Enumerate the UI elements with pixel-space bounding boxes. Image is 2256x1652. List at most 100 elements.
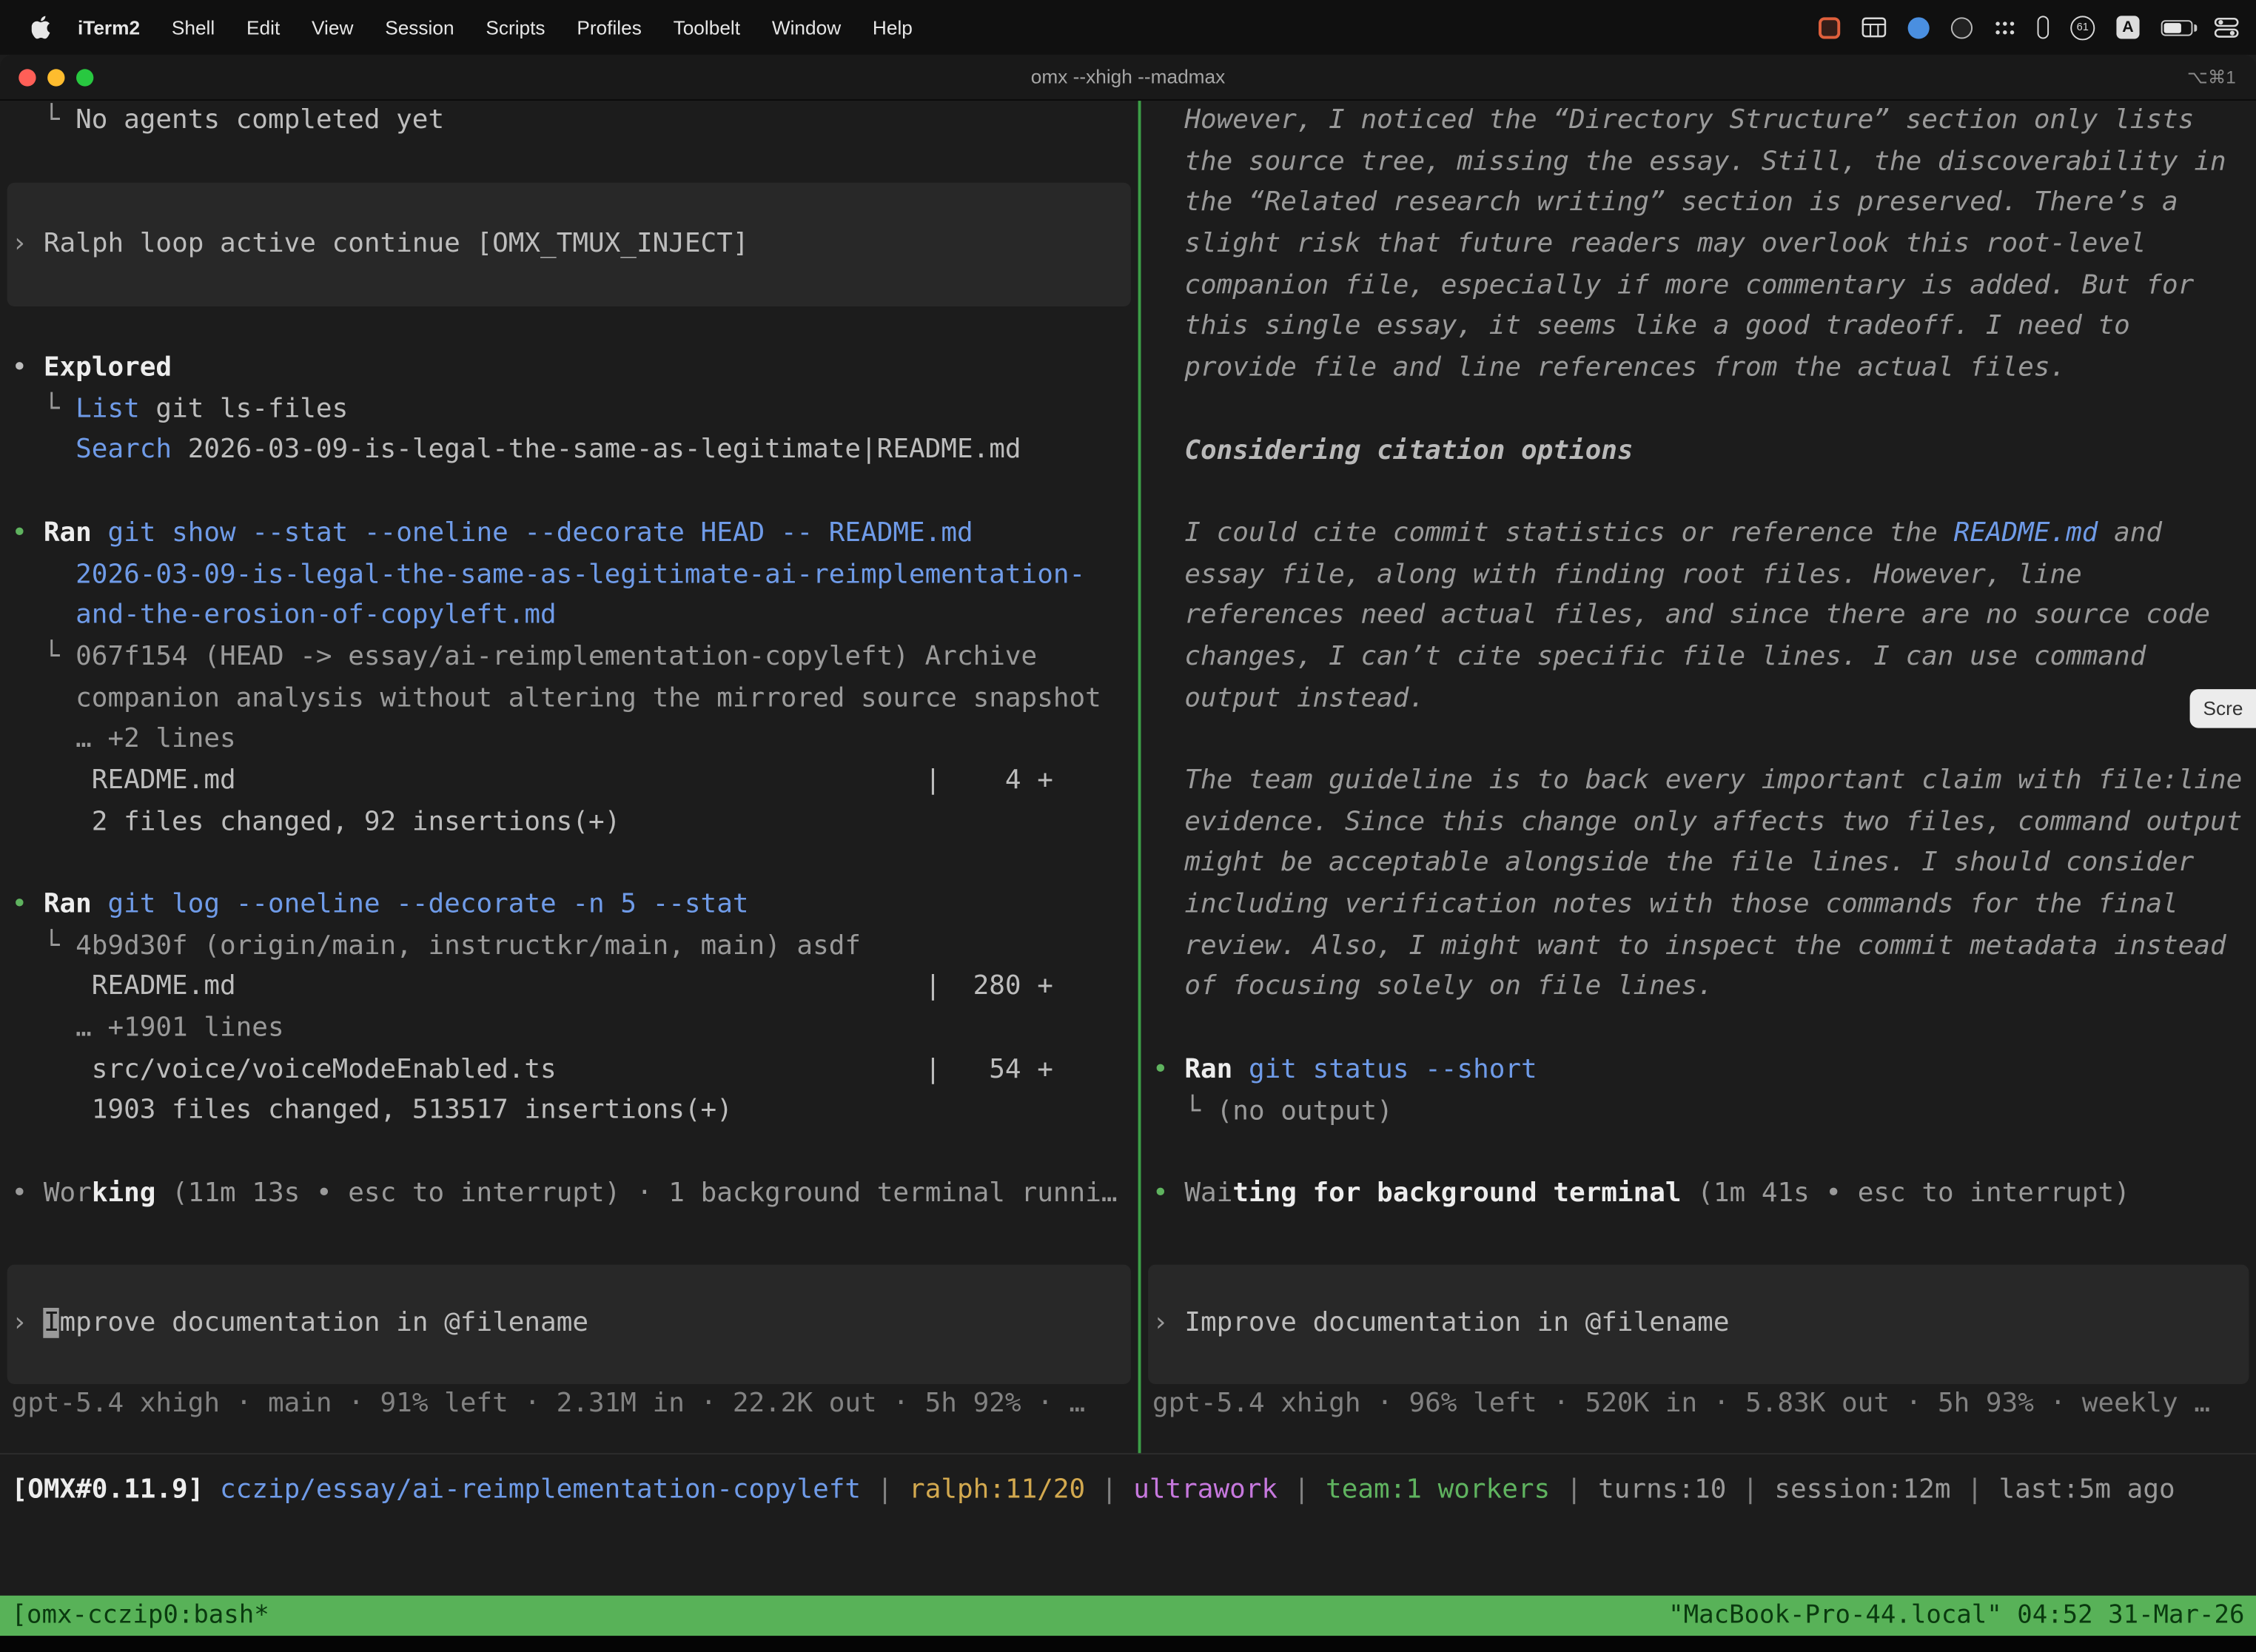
text-segment: and-the-erosion-of-copyleft.md	[75, 600, 557, 631]
text-segment: List	[75, 394, 140, 424]
spacer	[0, 142, 1138, 184]
text-segment: ›	[12, 1307, 44, 1337]
right-terminal-pane[interactable]: However, I noticed the “Directory Struct…	[1141, 101, 2256, 1453]
terminal-line: gpt-5.4 xhigh · 96% left · 520K in · 5.8…	[1141, 1383, 2256, 1425]
right-pane-status-line: gpt-5.4 xhigh · 96% left · 520K in · 5.8…	[1141, 1383, 2256, 1425]
terminal-line: … +1901 lines	[0, 1009, 1138, 1050]
right-pane-output: However, I noticed the “Directory Struct…	[1141, 101, 2256, 1215]
menu-item-session[interactable]: Session	[369, 16, 470, 38]
left-pane-scrollback: └ No agents completed yet	[0, 101, 1138, 142]
text-segment: I	[44, 1307, 60, 1337]
text-segment: the “Related research writing” section i…	[1184, 187, 2178, 218]
terminal-line: README.md | 280 +	[0, 967, 1138, 1009]
dark-app-icon[interactable]	[1951, 16, 1973, 38]
text-segment: cczip/essay/ai-reimplementation-copyleft	[220, 1474, 861, 1505]
text-segment: mprove documentation in @filename	[60, 1307, 588, 1337]
terminal-line: gpt-5.4 xhigh · main · 91% left · 2.31M …	[0, 1383, 1138, 1425]
terminal-line: and-the-erosion-of-copyleft.md	[0, 596, 1138, 637]
input-source-icon[interactable]: A	[2116, 16, 2139, 38]
text-segment: Ran	[44, 889, 92, 919]
terminal-line: essay file, along with finding root file…	[1141, 554, 2256, 596]
terminal-line: slight risk that future readers may over…	[1141, 224, 2256, 266]
menu-item-view[interactable]: View	[296, 16, 369, 38]
terminal-line: 1903 files changed, 513517 insertions(+)	[0, 1091, 1138, 1132]
terminal-line: • Waiting for background terminal (1m 41…	[1141, 1174, 2256, 1215]
screenshot-tooltip[interactable]: Scre	[2190, 689, 2256, 728]
text-segment: git ls-files	[140, 394, 348, 424]
terminal-line: README.md | 4 +	[0, 761, 1138, 802]
text-segment: 2026-03-09-is-legal-the-same-as-legitima…	[75, 559, 1085, 589]
terminal: └ No agents completed yet › Ralph loop a…	[0, 101, 2256, 1454]
ralph-loop-banner: › Ralph loop active continue [OMX_TMUX_I…	[7, 184, 1131, 307]
table-icon[interactable]	[1861, 17, 1886, 37]
text-segment: No agents completed yet	[75, 105, 444, 135]
left-terminal-pane[interactable]: └ No agents completed yet › Ralph loop a…	[0, 101, 1138, 1453]
terminal-line: 2026-03-09-is-legal-the-same-as-legitima…	[0, 554, 1138, 596]
text-segment: output instead.	[1184, 683, 1425, 713]
text-segment: README.md | 4 +	[92, 765, 1053, 796]
text-segment: 1903 files changed, 513517 insertions(+)	[92, 1095, 733, 1126]
control-center-icon[interactable]	[2215, 16, 2239, 38]
text-segment: (no output)	[1217, 1095, 1393, 1126]
text-segment: |	[1085, 1474, 1133, 1505]
text-segment: The team guideline is to back every impo…	[1184, 765, 2242, 796]
apple-logo-icon[interactable]	[17, 16, 61, 38]
terminal-line: the “Related research writing” section i…	[1141, 184, 2256, 225]
battery-nub	[2193, 24, 2196, 32]
text-segment: |	[1278, 1474, 1326, 1505]
minimize-button[interactable]	[47, 68, 64, 85]
text-segment: Wai	[1184, 1178, 1232, 1209]
text-segment: companion analysis without altering the …	[75, 682, 1101, 713]
vertical-capsule-icon[interactable]	[2038, 16, 2049, 38]
text-segment: Ran	[1184, 1054, 1232, 1084]
text-segment: Ran	[44, 517, 92, 548]
menu-item-edit[interactable]: Edit	[231, 16, 296, 38]
terminal-line	[0, 1132, 1138, 1174]
terminal-line	[1141, 1132, 2256, 1174]
left-prompt-input-text: › Improve documentation in @filename	[7, 1303, 1131, 1344]
terminal-line	[0, 472, 1138, 514]
text-segment: evidence. Since this change only affects…	[1184, 807, 2242, 837]
text-segment: 2 files changed, 92 insertions(+)	[92, 807, 620, 837]
screen-recording-indicator-icon[interactable]	[1819, 16, 1840, 38]
zoom-button[interactable]	[76, 68, 93, 85]
right-prompt-input[interactable]: › Improve documentation in @filename	[1148, 1264, 2249, 1383]
terminal-line: └ 067f154 (HEAD -> essay/ai-reimplementa…	[0, 637, 1138, 679]
window-title-bar[interactable]: omx --xhigh --madmax ⌥⌘1	[0, 55, 2256, 101]
terminal-line	[1141, 1009, 2256, 1050]
app-grid-icon[interactable]	[1994, 19, 2015, 35]
text-segment: Explored	[44, 352, 172, 383]
menu-item-profiles[interactable]: Profiles	[561, 16, 657, 38]
menu-item-shell[interactable]: Shell	[155, 16, 230, 38]
text-segment: essay file, along with finding root file…	[1184, 559, 2081, 589]
menu-item-window[interactable]: Window	[756, 16, 856, 38]
text-segment: git status --short	[1232, 1054, 1537, 1084]
screen: iTerm2 Shell Edit View Session Scripts P…	[0, 0, 2256, 1652]
terminal-line: provide file and line references from th…	[1141, 349, 2256, 390]
menu-item-scripts[interactable]: Scripts	[470, 16, 561, 38]
text-segment: •	[1152, 1054, 1184, 1084]
text-segment: └	[44, 105, 75, 135]
menu-bar: iTerm2 Shell Edit View Session Scripts P…	[0, 0, 2256, 55]
text-segment: └	[44, 394, 75, 424]
menu-status-icons: 61 A	[1819, 15, 2256, 39]
text-segment: git show --stat --oneline --decorate HEA…	[92, 517, 973, 548]
window-shortcut-badge: ⌥⌘1	[2187, 66, 2236, 87]
omx-status-bar: [OMX#0.11.9] cczip/essay/ai-reimplementa…	[0, 1454, 2256, 1526]
text-segment: However, I noticed the “Directory Struct…	[1184, 105, 2194, 135]
menu-item-app-name[interactable]: iTerm2	[62, 16, 156, 38]
text-segment: └	[44, 642, 75, 672]
right-prompt-input-text: › Improve documentation in @filename	[1148, 1303, 2249, 1345]
blue-app-icon[interactable]	[1908, 16, 1930, 38]
battery-icon[interactable]	[2161, 19, 2193, 35]
menu-item-help[interactable]: Help	[857, 16, 929, 38]
tmux-session-label: [omx-cczip0:bash*	[12, 1602, 269, 1631]
terminal-line: › Improve documentation in @filename	[1148, 1303, 2249, 1345]
left-prompt-input[interactable]: › Improve documentation in @filename	[7, 1264, 1131, 1383]
cpu-gauge-icon[interactable]: 61	[2070, 15, 2095, 39]
terminal-line: └ 4b9d30f (origin/main, instructkr/main,…	[0, 926, 1138, 967]
close-button[interactable]	[19, 68, 36, 85]
text-segment: I could cite commit statistics or refere…	[1184, 518, 1953, 548]
menu-item-toolbelt[interactable]: Toolbelt	[657, 16, 756, 38]
text-segment: •	[12, 1178, 44, 1209]
